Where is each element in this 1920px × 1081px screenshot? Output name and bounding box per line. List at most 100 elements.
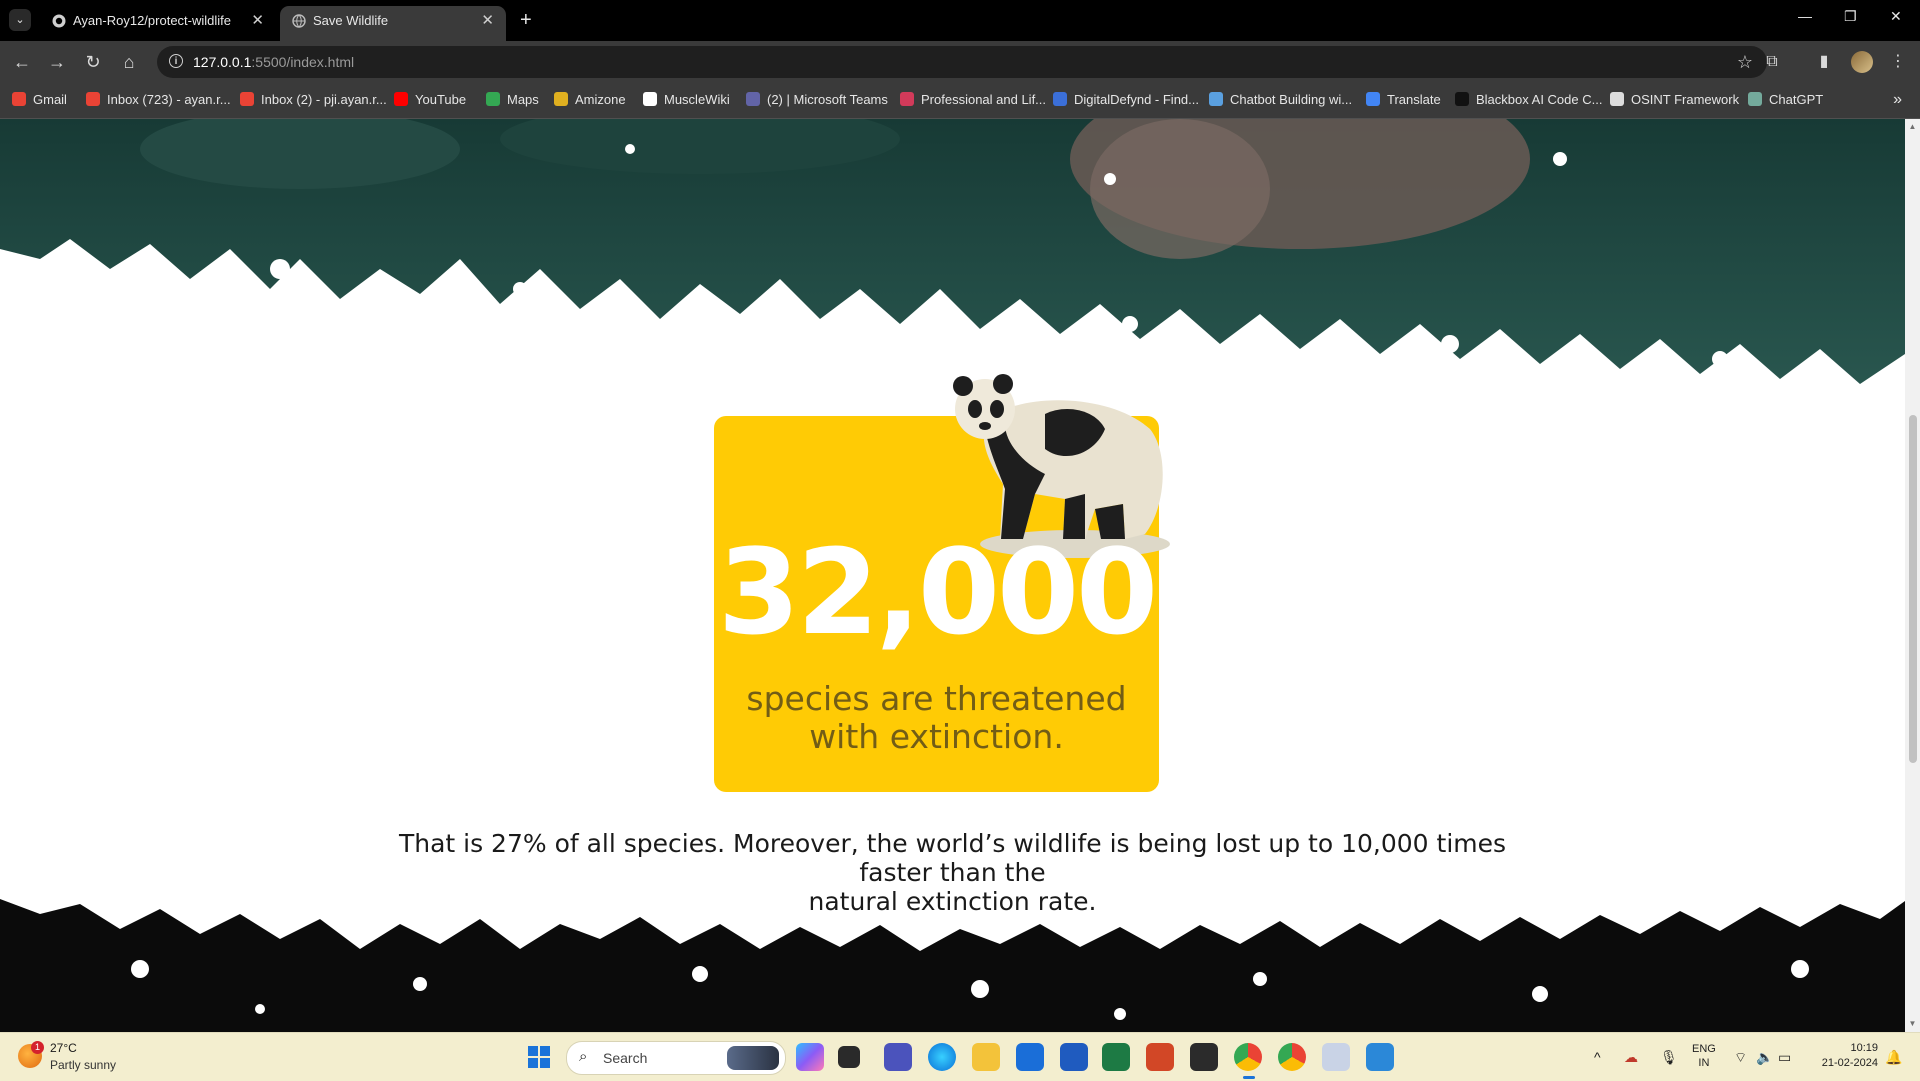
- bookmark-favicon-icon: [1455, 92, 1469, 106]
- edge-icon[interactable]: [928, 1043, 956, 1071]
- mail-icon[interactable]: [1016, 1043, 1044, 1071]
- region-code: IN: [1698, 1057, 1710, 1069]
- url-text: 127.0.0.1:5500/index.html: [193, 54, 355, 70]
- minimize-icon[interactable]: —: [1798, 8, 1812, 24]
- bookmark-item[interactable]: ChatGPT: [1748, 83, 1823, 117]
- vscode-icon[interactable]: [1366, 1043, 1394, 1071]
- microphone-icon[interactable]: 🎙: [1660, 1033, 1678, 1081]
- bookmark-item[interactable]: (2) | Microsoft Teams: [746, 83, 888, 117]
- weather-badge: 1: [31, 1041, 44, 1054]
- bookmark-favicon-icon: [1748, 92, 1762, 106]
- tab-search-button[interactable]: ⌄: [9, 9, 31, 31]
- stat-number: 32,000: [717, 523, 1158, 661]
- tab-title: Ayan-Roy12/protect-wildlife: [73, 13, 231, 28]
- bookmark-label: Chatbot Building wi...: [1230, 92, 1353, 107]
- teams-icon[interactable]: [884, 1043, 912, 1071]
- close-window-icon[interactable]: ✕: [1890, 8, 1902, 25]
- reload-icon[interactable]: ↻: [80, 49, 106, 75]
- bookmark-favicon-icon: [12, 92, 26, 106]
- bookmark-star-icon[interactable]: ☆: [1737, 46, 1753, 78]
- clock[interactable]: 10:19 21-02-2024: [1812, 1041, 1878, 1071]
- onedrive-error-icon[interactable]: ☁: [1624, 1033, 1638, 1081]
- bookmark-label: YouTube: [415, 92, 467, 107]
- close-icon[interactable]: ✕: [251, 6, 264, 35]
- show-hidden-icons-chevron-icon[interactable]: ^: [1594, 1033, 1601, 1081]
- bookmark-favicon-icon: [746, 92, 760, 106]
- chrome-icon[interactable]: [1234, 1043, 1262, 1071]
- tab-title: Save Wildlife: [313, 13, 389, 28]
- bookmark-label: Translate: [1387, 92, 1441, 107]
- powerpoint-icon[interactable]: [1146, 1043, 1174, 1071]
- windows-start-icon[interactable]: [528, 1046, 550, 1068]
- back-arrow-icon[interactable]: ←: [9, 49, 35, 75]
- terminal-icon[interactable]: [1190, 1043, 1218, 1071]
- bookmark-item[interactable]: Maps: [486, 83, 539, 117]
- language-indicator[interactable]: ENG IN: [1692, 1042, 1716, 1070]
- profile-avatar[interactable]: [1851, 51, 1873, 73]
- windows-taskbar: 1 27°C Partly sunny ⌕ Search ^ ☁ 🎙 ENG I…: [0, 1032, 1920, 1081]
- chrome-profile-icon[interactable]: [1278, 1043, 1306, 1071]
- bookmark-item[interactable]: MuscleWiki: [643, 83, 730, 117]
- copilot-icon[interactable]: [796, 1043, 824, 1071]
- scrollbar-thumb[interactable]: [1909, 415, 1917, 763]
- bookmark-favicon-icon: [486, 92, 500, 106]
- bookmark-item[interactable]: Professional and Lif...: [900, 83, 1046, 117]
- bookmark-item[interactable]: YouTube: [394, 83, 466, 117]
- menu-kebab-icon[interactable]: ⋮: [1886, 50, 1910, 74]
- tab-strip: ⌄ Ayan-Roy12/protect-wildlife ✕ Save Wil…: [0, 0, 1920, 41]
- bookmark-label: Professional and Lif...: [921, 92, 1047, 107]
- bookmark-item[interactable]: Amizone: [554, 83, 626, 117]
- weather-temperature[interactable]: 27°C: [50, 1041, 77, 1055]
- notification-bell-icon[interactable]: 🔔: [1885, 1033, 1902, 1081]
- globe-icon: [292, 14, 306, 28]
- language-code: ENG: [1692, 1043, 1716, 1055]
- page-viewport: 32,000 species are threatened with extin…: [0, 119, 1905, 1032]
- forward-arrow-icon[interactable]: →: [44, 49, 70, 75]
- stat-caption-line-1: species are threatened: [746, 679, 1127, 718]
- excel-icon[interactable]: [1102, 1043, 1130, 1071]
- search-highlight-image: [727, 1046, 779, 1070]
- file-explorer-icon[interactable]: [972, 1043, 1000, 1071]
- bookmark-favicon-icon: [240, 92, 254, 106]
- info-icon[interactable]: i: [169, 54, 183, 68]
- bookmark-label: Inbox (2) - pji.ayan.r...: [261, 92, 387, 107]
- extensions-icon[interactable]: ⧉: [1760, 50, 1784, 74]
- tab-protect-wildlife[interactable]: Ayan-Roy12/protect-wildlife ✕: [40, 6, 276, 41]
- new-tab-button[interactable]: +: [520, 6, 532, 34]
- address-bar[interactable]: i 127.0.0.1:5500/index.html ☆: [157, 46, 1767, 78]
- scroll-up-arrow-icon[interactable]: ▲: [1908, 122, 1917, 131]
- page-scrollbar[interactable]: ▲ ▼: [1905, 119, 1920, 1032]
- bookmark-item[interactable]: Inbox (723) - ayan.r...: [86, 83, 231, 117]
- java-app-icon[interactable]: [1322, 1043, 1350, 1071]
- home-icon[interactable]: ⌂: [116, 49, 142, 75]
- bookmark-item[interactable]: Gmail: [12, 83, 67, 117]
- bookmark-label: (2) | Microsoft Teams: [767, 92, 888, 107]
- bookmark-item[interactable]: Chatbot Building wi...: [1209, 83, 1352, 117]
- bookmark-item[interactable]: Blackbox AI Code C...: [1455, 83, 1602, 117]
- bookmark-item[interactable]: Translate: [1366, 83, 1441, 117]
- bookmark-item[interactable]: OSINT Framework: [1610, 83, 1739, 117]
- bookmark-label: ChatGPT: [1769, 92, 1824, 107]
- more-bookmarks-chevron-icon[interactable]: »: [1893, 83, 1902, 117]
- word-icon[interactable]: [1060, 1043, 1088, 1071]
- tab-save-wildlife[interactable]: Save Wildlife ✕: [280, 6, 506, 41]
- task-view-icon[interactable]: [838, 1046, 860, 1068]
- wifi-icon[interactable]: ⌔: [1734, 1033, 1747, 1081]
- bookmark-favicon-icon: [394, 92, 408, 106]
- side-panel-icon[interactable]: ▮: [1812, 50, 1836, 74]
- clock-time: 10:19: [1850, 1042, 1878, 1054]
- volume-icon[interactable]: 🔈: [1756, 1033, 1773, 1081]
- bookmark-label: OSINT Framework: [1631, 92, 1740, 107]
- close-icon[interactable]: ✕: [481, 6, 494, 35]
- bookmark-item[interactable]: Inbox (2) - pji.ayan.r...: [240, 83, 387, 117]
- weather-description[interactable]: Partly sunny: [50, 1058, 116, 1072]
- battery-icon[interactable]: ▭: [1778, 1033, 1791, 1081]
- scroll-down-arrow-icon[interactable]: ▼: [1908, 1019, 1917, 1028]
- restore-icon[interactable]: ❐: [1844, 8, 1857, 25]
- bookmark-item[interactable]: DigitalDefynd - Find...: [1053, 83, 1199, 117]
- chrome-running-indicator: [1243, 1076, 1255, 1079]
- taskbar-search-input[interactable]: ⌕ Search: [566, 1041, 786, 1075]
- bookmark-favicon-icon: [1366, 92, 1380, 106]
- bookmark-favicon-icon: [1053, 92, 1067, 106]
- bookmark-favicon-icon: [1209, 92, 1223, 106]
